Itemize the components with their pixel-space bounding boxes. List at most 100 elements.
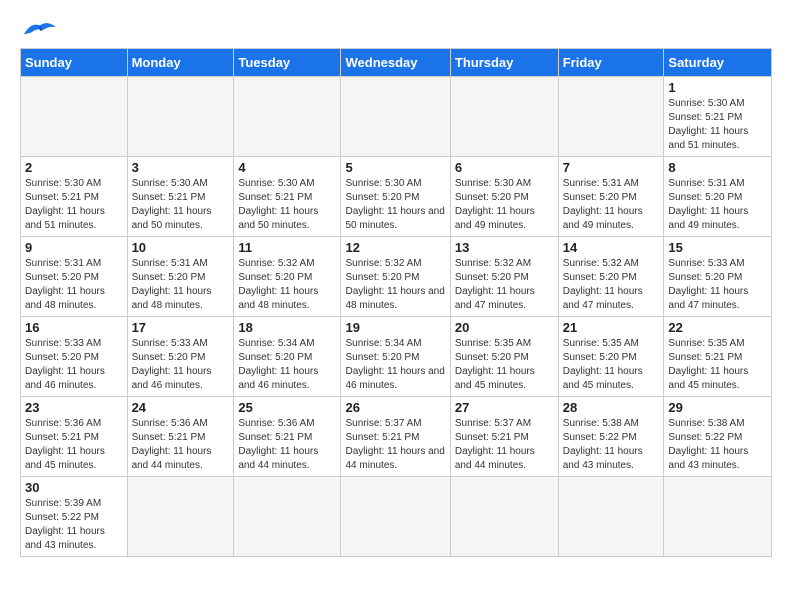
calendar-cell: 12 Sunrise: 5:32 AM Sunset: 5:20 PM Dayli… (341, 237, 450, 317)
day-number: 23 (25, 400, 123, 415)
weekday-header-thursday: Thursday (450, 49, 558, 77)
calendar-cell: 26Sunrise: 5:37 AM Sunset: 5:21 PM Dayli… (341, 397, 450, 477)
calendar-cell: 11 Sunrise: 5:32 AM Sunset: 5:20 PM Dayli… (234, 237, 341, 317)
day-number: 9 (25, 240, 123, 255)
calendar-cell (341, 77, 450, 157)
day-info: Sunrise: 5:33 AM Sunset: 5:20 PM Dayligh… (25, 337, 123, 393)
day-number: 13 (455, 240, 554, 255)
day-info: Sunrise: 5:36 AM Sunset: 5:21 PM Dayligh… (132, 417, 230, 473)
weekday-header-wednesday: Wednesday (341, 49, 450, 77)
day-number: 24 (132, 400, 230, 415)
calendar-cell: 28 Sunrise: 5:38 AM Sunset: 5:22 PM Dayli… (558, 397, 664, 477)
day-number: 11 (238, 240, 336, 255)
calendar-cell: 30Sunrise: 5:39 AM Sunset: 5:22 PM Dayli… (21, 477, 128, 557)
day-info: Sunrise: 5:31 AM Sunset: 5:20 PM Dayligh… (668, 177, 767, 233)
day-number: 27 (455, 400, 554, 415)
day-info: Sunrise: 5:32 AM Sunset: 5:20 PM Dayligh… (455, 257, 554, 313)
day-number: 14 (563, 240, 660, 255)
calendar-cell: 16 Sunrise: 5:33 AM Sunset: 5:20 PM Dayli… (21, 317, 128, 397)
calendar-cell: 6 Sunrise: 5:30 AM Sunset: 5:20 PM Daylig… (450, 157, 558, 237)
day-number: 3 (132, 160, 230, 175)
calendar-cell: 21 Sunrise: 5:35 AM Sunset: 5:20 PM Dayli… (558, 317, 664, 397)
calendar-cell (234, 77, 341, 157)
day-info: Sunrise: 5:30 AM Sunset: 5:20 PM Dayligh… (455, 177, 554, 233)
day-info: Sunrise: 5:32 AM Sunset: 5:20 PM Dayligh… (563, 257, 660, 313)
calendar-week-2: 2 Sunrise: 5:30 AM Sunset: 5:21 PM Daylig… (21, 157, 772, 237)
calendar-cell (234, 477, 341, 557)
calendar-table: SundayMondayTuesdayWednesdayThursdayFrid… (20, 48, 772, 557)
day-number: 2 (25, 160, 123, 175)
day-number: 10 (132, 240, 230, 255)
calendar-week-3: 9 Sunrise: 5:31 AM Sunset: 5:20 PM Daylig… (21, 237, 772, 317)
calendar-cell: 14 Sunrise: 5:32 AM Sunset: 5:20 PM Dayli… (558, 237, 664, 317)
weekday-header-saturday: Saturday (664, 49, 772, 77)
day-info: Sunrise: 5:33 AM Sunset: 5:20 PM Dayligh… (132, 337, 230, 393)
calendar-cell: 17Sunrise: 5:33 AM Sunset: 5:20 PM Dayli… (127, 317, 234, 397)
calendar-week-6: 30Sunrise: 5:39 AM Sunset: 5:22 PM Dayli… (21, 477, 772, 557)
day-info: Sunrise: 5:35 AM Sunset: 5:21 PM Dayligh… (668, 337, 767, 393)
day-info: Sunrise: 5:36 AM Sunset: 5:21 PM Dayligh… (238, 417, 336, 473)
day-number: 28 (563, 400, 660, 415)
calendar-cell: 13 Sunrise: 5:32 AM Sunset: 5:20 PM Dayli… (450, 237, 558, 317)
day-info: Sunrise: 5:32 AM Sunset: 5:20 PM Dayligh… (345, 257, 445, 313)
weekday-header-monday: Monday (127, 49, 234, 77)
calendar-cell: 24 Sunrise: 5:36 AM Sunset: 5:21 PM Dayli… (127, 397, 234, 477)
day-info: Sunrise: 5:37 AM Sunset: 5:21 PM Dayligh… (455, 417, 554, 473)
calendar-cell: 15 Sunrise: 5:33 AM Sunset: 5:20 PM Dayli… (664, 237, 772, 317)
day-info: Sunrise: 5:32 AM Sunset: 5:20 PM Dayligh… (238, 257, 336, 313)
calendar-cell: 10 Sunrise: 5:31 AM Sunset: 5:20 PM Dayli… (127, 237, 234, 317)
day-number: 8 (668, 160, 767, 175)
calendar-cell (127, 77, 234, 157)
calendar-cell: 25 Sunrise: 5:36 AM Sunset: 5:21 PM Dayli… (234, 397, 341, 477)
calendar-cell (341, 477, 450, 557)
calendar-cell (558, 477, 664, 557)
calendar-cell (450, 77, 558, 157)
calendar-cell: 29 Sunrise: 5:38 AM Sunset: 5:22 PM Dayli… (664, 397, 772, 477)
day-number: 18 (238, 320, 336, 335)
calendar-cell: 20Sunrise: 5:35 AM Sunset: 5:20 PM Dayli… (450, 317, 558, 397)
day-number: 22 (668, 320, 767, 335)
calendar-cell: 22 Sunrise: 5:35 AM Sunset: 5:21 PM Dayli… (664, 317, 772, 397)
day-info: Sunrise: 5:30 AM Sunset: 5:21 PM Dayligh… (25, 177, 123, 233)
calendar-cell: 8 Sunrise: 5:31 AM Sunset: 5:20 PM Daylig… (664, 157, 772, 237)
day-info: Sunrise: 5:31 AM Sunset: 5:20 PM Dayligh… (563, 177, 660, 233)
day-number: 20 (455, 320, 554, 335)
day-info: Sunrise: 5:35 AM Sunset: 5:20 PM Dayligh… (563, 337, 660, 393)
calendar-cell: 3 Sunrise: 5:30 AM Sunset: 5:21 PM Daylig… (127, 157, 234, 237)
calendar-cell: 9 Sunrise: 5:31 AM Sunset: 5:20 PM Daylig… (21, 237, 128, 317)
calendar-week-1: 1Sunrise: 5:30 AM Sunset: 5:21 PM Daylig… (21, 77, 772, 157)
calendar-cell (450, 477, 558, 557)
day-number: 12 (345, 240, 445, 255)
day-info: Sunrise: 5:38 AM Sunset: 5:22 PM Dayligh… (563, 417, 660, 473)
day-number: 4 (238, 160, 336, 175)
logo (20, 16, 58, 40)
weekday-header-sunday: Sunday (21, 49, 128, 77)
day-number: 5 (345, 160, 445, 175)
weekday-header-row: SundayMondayTuesdayWednesdayThursdayFrid… (21, 49, 772, 77)
day-number: 26 (345, 400, 445, 415)
day-number: 16 (25, 320, 123, 335)
calendar-cell: 7Sunrise: 5:31 AM Sunset: 5:20 PM Daylig… (558, 157, 664, 237)
day-info: Sunrise: 5:39 AM Sunset: 5:22 PM Dayligh… (25, 497, 123, 553)
calendar-cell: 18 Sunrise: 5:34 AM Sunset: 5:20 PM Dayli… (234, 317, 341, 397)
calendar-cell (21, 77, 128, 157)
day-info: Sunrise: 5:33 AM Sunset: 5:20 PM Dayligh… (668, 257, 767, 313)
calendar-cell: 23Sunrise: 5:36 AM Sunset: 5:21 PM Dayli… (21, 397, 128, 477)
day-info: Sunrise: 5:31 AM Sunset: 5:20 PM Dayligh… (25, 257, 123, 313)
day-info: Sunrise: 5:38 AM Sunset: 5:22 PM Dayligh… (668, 417, 767, 473)
day-info: Sunrise: 5:30 AM Sunset: 5:21 PM Dayligh… (668, 97, 767, 153)
day-number: 21 (563, 320, 660, 335)
day-info: Sunrise: 5:34 AM Sunset: 5:20 PM Dayligh… (238, 337, 336, 393)
calendar-cell (558, 77, 664, 157)
day-number: 15 (668, 240, 767, 255)
day-number: 25 (238, 400, 336, 415)
day-info: Sunrise: 5:30 AM Sunset: 5:20 PM Dayligh… (345, 177, 445, 233)
weekday-header-tuesday: Tuesday (234, 49, 341, 77)
day-number: 29 (668, 400, 767, 415)
day-info: Sunrise: 5:31 AM Sunset: 5:20 PM Dayligh… (132, 257, 230, 313)
logo-bird-icon (22, 18, 58, 40)
day-info: Sunrise: 5:30 AM Sunset: 5:21 PM Dayligh… (132, 177, 230, 233)
day-number: 6 (455, 160, 554, 175)
calendar-cell: 1Sunrise: 5:30 AM Sunset: 5:21 PM Daylig… (664, 77, 772, 157)
day-info: Sunrise: 5:34 AM Sunset: 5:20 PM Dayligh… (345, 337, 445, 393)
